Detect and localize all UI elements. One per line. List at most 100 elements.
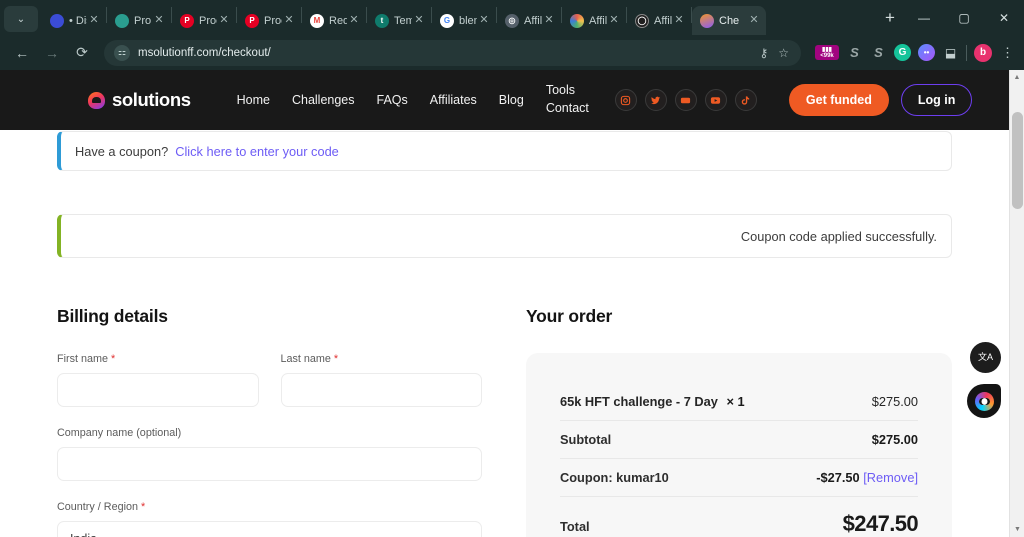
company-group: Company name (optional) [57,427,482,481]
close-icon[interactable]: ✕ [347,15,361,26]
nav-link-blog[interactable]: Blog [499,93,524,107]
grammarly-icon[interactable]: G [894,44,911,61]
minimize-button[interactable]: — [904,0,944,35]
page-settings-icon[interactable]: ⚏ [114,44,130,61]
star-icon[interactable]: ☆ [778,46,789,60]
country-label-text: Country / Region [57,501,139,513]
gmail-icon: M [310,13,324,28]
close-icon[interactable]: ✕ [217,15,231,26]
maximize-button[interactable]: ▢ [944,0,984,35]
coupon-success-text: Coupon code applied successfully. [740,228,937,244]
country-select[interactable]: India ▾ [57,521,482,537]
scroll-up-arrow-icon[interactable]: ▲ [1010,70,1024,85]
kebab-menu-icon[interactable]: ⋮ [999,44,1016,61]
address-bar[interactable]: ⚏ msolutionff.com/checkout/ ⚷ ☆ [104,39,801,66]
tab-title: blen [459,14,477,27]
site-logo[interactable]: solutions [88,89,191,111]
tab-title: • Dis [69,14,87,27]
instagram-icon[interactable] [614,89,637,111]
grammar-badge-icon[interactable]: ▮▮▮ <99k [815,45,839,60]
close-icon[interactable]: ✕ [412,15,426,26]
browser-tab[interactable]: M Req ✕ [302,6,366,35]
required-asterisk: * [111,353,116,365]
last-name-input[interactable] [280,373,482,407]
browser-tab[interactable]: • Dis✕ [42,6,106,35]
scrollbar-thumb[interactable] [1012,112,1023,209]
avatar[interactable]: b [974,43,992,62]
login-button[interactable]: Log in [900,84,973,116]
minimize-icon: — [918,10,930,25]
tab-strip: ⌄ • Dis✕Pro✕PProc✕PProc✕MReq✕tTem✕Gblen✕… [0,0,1024,35]
tab-title: Tem [394,14,412,27]
similarweb-icon[interactable]: S [846,44,863,61]
nav-link-challenges[interactable]: Challenges [292,93,355,107]
close-icon[interactable]: ✕ [672,15,686,26]
nav-link-affiliates[interactable]: Affiliates [430,93,477,107]
nav-link-tools[interactable]: Tools [546,83,589,99]
browser-tab[interactable]: Pro ✕ [107,6,171,35]
close-icon[interactable]: ✕ [152,15,166,26]
browser-tab[interactable]: ◎ Affil ✕ [497,6,561,35]
address-bar-url: msolutionff.com/checkout/ [138,46,271,59]
tab-title: Che [719,14,740,27]
tab-title: Affil [654,14,672,27]
order-subtotal-price: $275.00 [871,432,918,447]
order-item-name: 65k HFT challenge - 7 Day [560,394,718,409]
nav-link-contact[interactable]: Contact [546,101,589,117]
scroll-down-arrow-icon[interactable]: ▼ [1010,522,1024,537]
coupon-success-notice: Coupon code applied successfully. [57,214,952,258]
company-input[interactable] [57,447,482,481]
checkout-site-icon [700,13,714,28]
twitter-icon[interactable] [644,89,667,111]
similarweb-2-icon[interactable]: S [870,44,887,61]
close-window-button[interactable]: ✕ [984,0,1024,35]
arrow-left-icon: ← [15,44,29,61]
browser-tab[interactable]: P Proc✕ [172,6,236,35]
first-name-input[interactable] [57,373,259,407]
web-page: solutions Home Challenges FAQs Affiliate… [0,70,1009,537]
order-coupon-label: Coupon: kumar10 [560,470,669,485]
close-icon[interactable]: ✕ [607,15,621,26]
browser-tab[interactable]: t Tem ✕ [367,6,431,35]
close-icon[interactable]: ✕ [282,15,296,26]
browser-tab[interactable]: Affil ✕ [562,6,626,35]
get-funded-button[interactable]: Get funded [788,84,889,116]
close-icon[interactable]: ✕ [477,15,491,26]
extensions-puzzle-icon[interactable]: ⬓ [942,44,959,61]
close-icon[interactable]: ✕ [542,15,556,26]
translate-widget-button[interactable]: 文A [970,342,1001,373]
discord-icon[interactable] [674,89,697,111]
youtube-icon[interactable] [704,89,727,111]
new-tab-button[interactable]: + [876,4,904,32]
browser-tab-active[interactable]: Che ✕ [692,6,766,35]
browser-tab[interactable]: Gblen ✕ [432,6,496,35]
tab-title: Proc [199,14,217,27]
company-label: Company name (optional) [57,427,182,439]
remove-coupon-link[interactable]: [Remove] [863,470,918,485]
close-icon[interactable]: ✕ [747,15,761,26]
tab-search-button[interactable]: ⌄ [4,6,38,32]
discord-icon [50,13,64,28]
ai-assistant-icon[interactable]: •• [918,44,935,61]
nav-link-faqs[interactable]: FAQs [377,93,408,107]
tiktok-icon[interactable] [734,89,757,111]
last-name-label-text: Last name [280,353,331,365]
prop-icon [115,13,129,28]
ai-chat-widget-button[interactable] [967,384,1001,418]
arrow-right-icon: → [45,44,59,61]
forward-button[interactable]: → [38,39,66,67]
close-icon[interactable]: ✕ [87,15,101,26]
order-heading: Your order [526,306,613,326]
nav-link-home[interactable]: Home [237,93,270,107]
maximize-icon: ▢ [958,10,970,25]
tab-list: • Dis✕Pro✕PProc✕PProc✕MReq✕tTem✕Gblen✕◎A… [42,0,876,35]
reload-button[interactable]: ⟳ [68,39,96,67]
back-button[interactable]: ← [8,39,36,67]
page-scrollbar[interactable]: ▲ ▼ [1009,70,1024,537]
coupon-toggle-link[interactable]: Click here to enter your code [175,144,339,159]
plus-icon: + [885,8,895,27]
key-icon[interactable]: ⚷ [759,46,768,60]
browser-tab[interactable]: ◯ Affil ✕ [627,6,691,35]
order-item-price: $275.00 [871,394,918,409]
browser-tab[interactable]: P Proc✕ [237,6,301,35]
